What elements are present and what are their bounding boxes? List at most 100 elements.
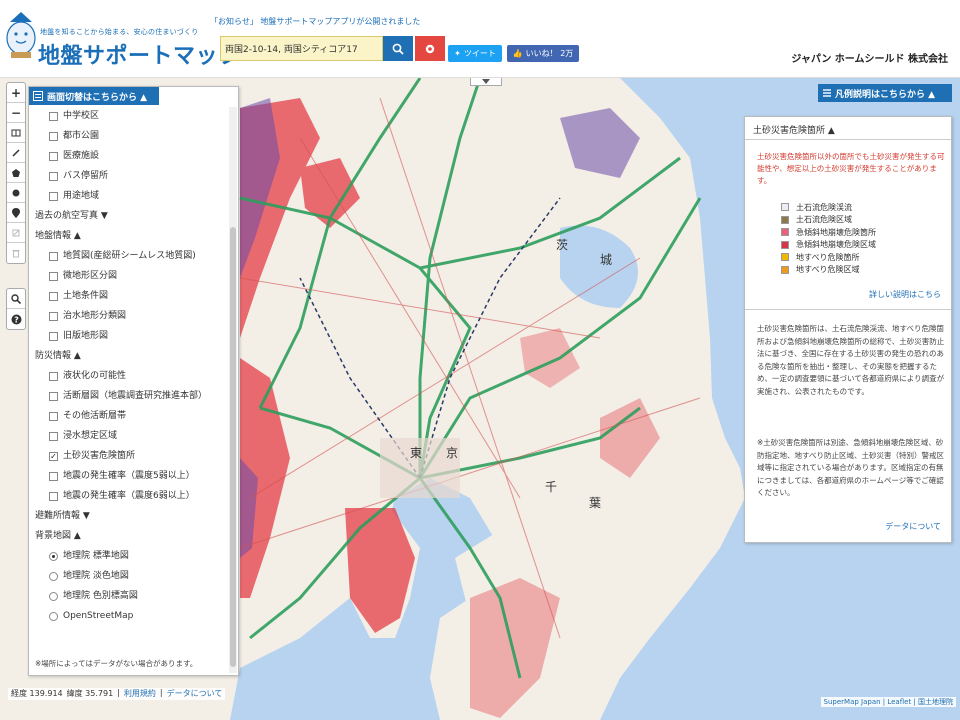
layer-label: 医療施設 [63, 151, 100, 161]
terms-link[interactable]: 利用規約 [124, 688, 156, 700]
layer-option[interactable]: ✓ 土砂災害危険箇所 [33, 447, 229, 467]
checkbox[interactable] [49, 292, 58, 301]
layer-option[interactable]: 活断層図（地震調査研究推進本部） [33, 387, 229, 407]
layer-label: 液状化の可能性 [63, 371, 127, 381]
layer-section-header[interactable]: 防災情報 ▲ [33, 347, 229, 367]
checkbox[interactable] [49, 132, 58, 141]
legend-items: 土石流危険渓流 土石流危険区域 急傾斜地崩壊危険箇所 急傾斜地崩壊危険区域 地すべり危険… [781, 201, 876, 276]
checkbox[interactable] [49, 172, 58, 181]
layer-label: 過去の航空写真 ▼ [35, 211, 108, 221]
help-icon: ? [11, 314, 21, 324]
legend-toggle[interactable]: 凡例説明はこちらから ▲ [818, 84, 952, 102]
search-button[interactable] [383, 36, 413, 61]
layer-panel-scrollbar[interactable] [229, 107, 237, 673]
basemap-option[interactable]: 地理院 色別標高図 [33, 587, 229, 607]
legend-button-label: 凡例説明はこちらから ▲ [835, 89, 936, 100]
header-collapse-tab[interactable] [470, 78, 502, 86]
about-link[interactable]: データについて [167, 688, 223, 700]
chevron-down-icon [482, 79, 490, 84]
basemap-option[interactable]: 地理院 淡色地図 [33, 567, 229, 587]
checkbox[interactable] [49, 372, 58, 381]
checkbox[interactable] [49, 272, 58, 281]
layer-label: 防災情報 ▲ [35, 351, 81, 361]
legend-swatch [781, 253, 789, 262]
layer-option[interactable]: その他活断層帯 [33, 407, 229, 427]
layer-option[interactable]: 微地形区分図 [33, 267, 229, 287]
layer-section-header[interactable]: 背景地図 ▲ [33, 527, 229, 547]
layer-label: 浸水想定区域 [63, 431, 118, 441]
layer-option[interactable]: 土地条件図 [33, 287, 229, 307]
list-icon [823, 89, 831, 97]
legend-item: 急傾斜地崩壊危険区域 [781, 239, 876, 252]
layer-section-header[interactable]: 地盤情報 ▲ [33, 227, 229, 247]
map-label-char: 茨 [556, 238, 569, 252]
layer-panel-toggle[interactable]: 画面切替はこちらから ▲ [29, 87, 159, 105]
legend-item: 土石流危険渓流 [781, 201, 876, 214]
layer-label: バス停留所 [63, 171, 109, 181]
draw-circle-button[interactable] [7, 183, 25, 203]
about-data-link[interactable]: データについて [885, 521, 941, 532]
checkbox[interactable] [49, 252, 58, 261]
layer-option[interactable]: 旧版地形図 [33, 327, 229, 347]
layer-section-header[interactable]: 過去の航空写真 ▼ [33, 207, 229, 227]
layer-label: OpenStreetMap [63, 611, 134, 621]
layer-option[interactable]: 地震の発生確率（震度5弱以上） [33, 467, 229, 487]
marker-button[interactable] [7, 203, 25, 223]
layers-button[interactable] [7, 123, 25, 143]
checkbox[interactable] [49, 472, 58, 481]
layer-option[interactable]: 地震の発生確率（震度6弱以上） [33, 487, 229, 507]
tweet-label: ツイート [463, 49, 496, 58]
layer-option[interactable]: 地質図(産総研シームレス地質図) [33, 247, 229, 267]
radio-button[interactable] [49, 572, 58, 581]
layer-option[interactable]: 中学校区 [33, 107, 229, 127]
notice-link[interactable]: 「お知らせ」 地盤サポートマップアプリが公開されました [210, 16, 420, 27]
layer-option[interactable]: 都市公園 [33, 127, 229, 147]
delete-button[interactable] [7, 243, 25, 263]
radio-button[interactable] [49, 592, 58, 601]
checkbox[interactable] [49, 312, 58, 321]
app-title[interactable]: 地盤サポートマップ [38, 38, 241, 70]
layer-option[interactable]: 治水地形分類図 [33, 307, 229, 327]
layer-section-header[interactable]: 避難所情報 ▼ [33, 507, 229, 527]
layer-option[interactable]: バス停留所 [33, 167, 229, 187]
layer-label: 土砂災害危険箇所 [63, 451, 136, 461]
radio-button[interactable] [49, 612, 58, 621]
tweet-button[interactable]: ✦ ツイート [448, 45, 502, 62]
zoom-in-button[interactable]: + [7, 83, 25, 103]
checkbox[interactable] [49, 412, 58, 421]
layer-label: 避難所情報 ▼ [35, 511, 90, 521]
checkbox[interactable] [49, 152, 58, 161]
search-map-button[interactable] [7, 289, 25, 309]
scrollbar-thumb[interactable] [230, 227, 236, 667]
checkbox[interactable]: ✓ [49, 452, 58, 461]
map-attribution[interactable]: SuperMap Japan | Leaflet | 国土地理院 [820, 697, 956, 707]
draw-polygon-button[interactable] [7, 163, 25, 183]
basemap-option[interactable]: OpenStreetMap [33, 607, 229, 627]
reset-button[interactable] [415, 36, 445, 61]
detail-link[interactable]: 詳しい説明はこちら [869, 289, 941, 300]
address-search-input[interactable] [220, 36, 383, 61]
zoom-out-button[interactable]: − [7, 103, 25, 123]
checkbox[interactable] [49, 192, 58, 201]
checkbox[interactable] [49, 492, 58, 501]
layer-option[interactable]: 用途地域 [33, 187, 229, 207]
checkbox[interactable] [49, 112, 58, 121]
layer-label: 地理院 淡色地図 [63, 571, 129, 581]
layer-option[interactable]: 医療施設 [33, 147, 229, 167]
layer-option[interactable]: 液状化の可能性 [33, 367, 229, 387]
layer-label: 微地形区分図 [63, 271, 118, 281]
checkbox[interactable] [49, 332, 58, 341]
draw-line-button[interactable] [7, 143, 25, 163]
radio-button[interactable] [49, 552, 58, 561]
layer-label: 地盤情報 ▲ [35, 231, 81, 241]
checkbox[interactable] [49, 432, 58, 441]
legend-swatch [781, 228, 789, 237]
checkbox[interactable] [49, 392, 58, 401]
help-button[interactable]: ? [7, 309, 25, 329]
layer-option[interactable]: 浸水想定区域 [33, 427, 229, 447]
edit-button[interactable] [7, 223, 25, 243]
basemap-option[interactable]: 地理院 標準地図 [33, 547, 229, 567]
layer-panel-note: ※場所によってはデータがない場合があります。 [35, 659, 198, 668]
legend-title[interactable]: 土砂災害危険箇所 ▲ [753, 123, 835, 136]
like-button[interactable]: 👍 いいね！ 2万 [507, 45, 579, 62]
